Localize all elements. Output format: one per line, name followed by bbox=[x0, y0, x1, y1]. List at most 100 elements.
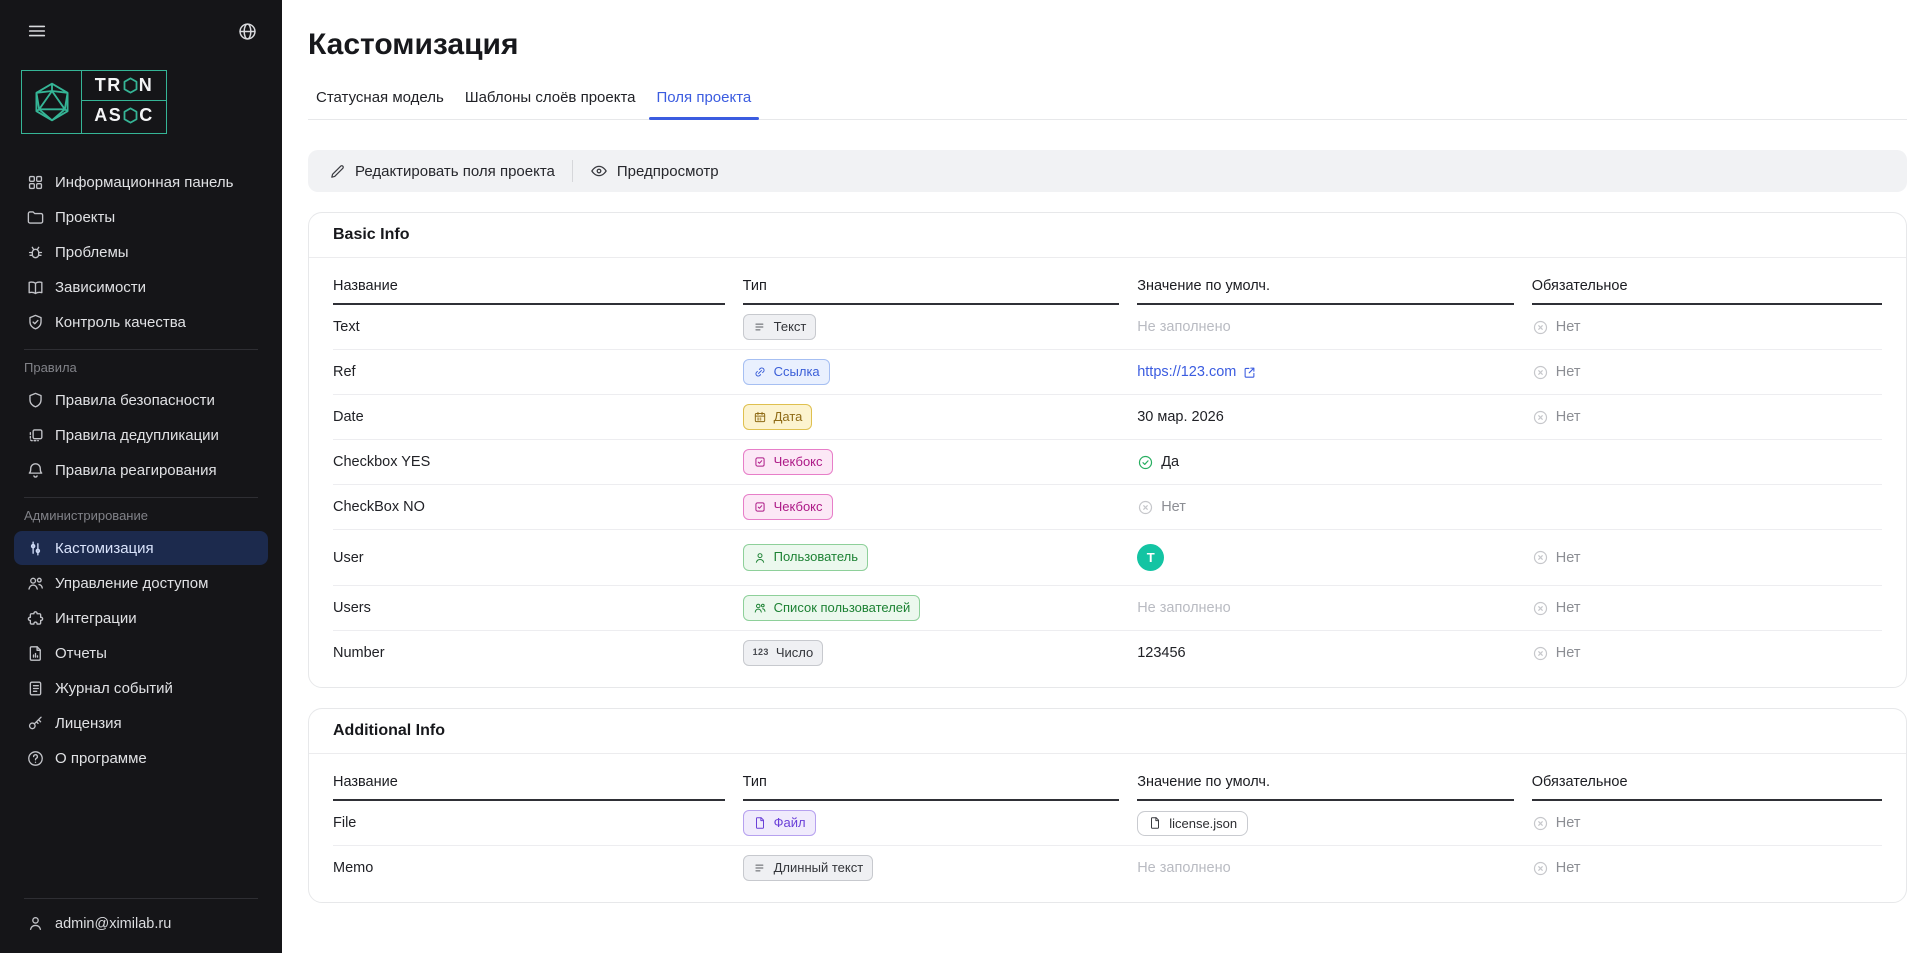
journal-icon bbox=[26, 679, 45, 698]
user-avatar[interactable]: T bbox=[1137, 544, 1164, 571]
sidebar-item-projects[interactable]: Проекты bbox=[14, 200, 268, 234]
sidebar-item-reports[interactable]: Отчеты bbox=[14, 636, 268, 670]
circle-x-icon bbox=[1532, 600, 1549, 617]
required-empty bbox=[1532, 485, 1882, 529]
default-link[interactable]: https://123.com bbox=[1137, 364, 1257, 380]
person-icon bbox=[26, 914, 45, 933]
required-value: Нет bbox=[1532, 645, 1581, 662]
tab-status-model[interactable]: Статусная модель bbox=[308, 89, 452, 119]
sidebar-section-administration: Администрирование bbox=[24, 508, 258, 523]
circle-x-icon bbox=[1532, 645, 1549, 662]
sidebar-item-access-management[interactable]: Управление доступом bbox=[14, 566, 268, 600]
field-name: Number bbox=[333, 631, 725, 675]
sidebar-item-label: Кастомизация bbox=[55, 540, 154, 557]
sidebar-item-label: Зависимости bbox=[55, 279, 146, 296]
file-icon bbox=[753, 816, 767, 830]
basic-info-card: Basic Info Название Тип Значение по умол… bbox=[308, 212, 1907, 688]
preview-button[interactable]: Предпросмотр bbox=[573, 150, 736, 192]
shield-icon bbox=[26, 391, 45, 410]
sidebar-divider bbox=[24, 349, 258, 350]
type-badge-memo: Длинный текст bbox=[743, 855, 874, 881]
sidebar-item-label: Проблемы bbox=[55, 244, 129, 261]
table-row: User Пользователь T Нет bbox=[333, 529, 1882, 585]
type-badge-users: Список пользователей bbox=[743, 595, 921, 621]
default-value: 123456 bbox=[1137, 645, 1185, 661]
required-value: Нет bbox=[1532, 600, 1581, 617]
circle-x-icon bbox=[1532, 815, 1549, 832]
required-value: Нет bbox=[1532, 549, 1581, 566]
file-icon bbox=[1148, 816, 1162, 830]
tab-project-fields[interactable]: Поля проекта bbox=[649, 89, 760, 119]
sidebar-item-label: Отчеты bbox=[55, 645, 107, 662]
book-open-icon bbox=[26, 278, 45, 297]
hamburger-menu-button[interactable] bbox=[22, 16, 52, 46]
type-badge-file: Файл bbox=[743, 810, 816, 836]
column-header-default: Значение по умолч. bbox=[1137, 758, 1514, 801]
table: Название Тип Значение по умолч. Обязател… bbox=[309, 754, 1906, 902]
required-value: Нет bbox=[1532, 815, 1581, 832]
file-chip[interactable]: license.json bbox=[1137, 811, 1248, 836]
copy-dashed-icon bbox=[26, 426, 45, 445]
pencil-icon bbox=[329, 163, 346, 180]
field-name: Memo bbox=[333, 846, 725, 890]
language-button[interactable] bbox=[233, 17, 262, 46]
eye-icon bbox=[590, 162, 608, 180]
sidebar-item-dedup-rules[interactable]: Правила дедупликации bbox=[14, 418, 268, 452]
sidebar-item-label: Управление доступом bbox=[55, 575, 208, 592]
table-row: Users Список пользователей Не заполнено … bbox=[333, 585, 1882, 630]
type-badge-checkbox: Чекбокс bbox=[743, 494, 833, 520]
table-header: Название Тип Значение по умолч. Обязател… bbox=[333, 758, 1882, 801]
column-header-type: Тип bbox=[743, 262, 1120, 305]
circle-x-icon bbox=[1532, 549, 1549, 566]
table-row: Date Дата 30 мар. 2026 Нет bbox=[333, 394, 1882, 439]
sidebar-item-label: Правила дедупликации bbox=[55, 427, 219, 444]
checkbox-icon bbox=[753, 455, 767, 469]
sidebar-item-label: О программе bbox=[55, 750, 147, 767]
sidebar-item-label: Проекты bbox=[55, 209, 115, 226]
help-circle-icon bbox=[26, 749, 45, 768]
tab-bar: Статусная модель Шаблоны слоёв проекта П… bbox=[308, 89, 1907, 120]
table-row: CheckBox NO Чекбокс Нет bbox=[333, 484, 1882, 529]
sidebar-item-integrations[interactable]: Интеграции bbox=[14, 601, 268, 635]
globe-icon bbox=[237, 21, 258, 42]
card-title: Additional Info bbox=[309, 709, 1906, 754]
field-name: Date bbox=[333, 395, 725, 439]
sidebar-item-response-rules[interactable]: Правила реагирования bbox=[14, 453, 268, 487]
sidebar-item-customization[interactable]: Кастомизация bbox=[14, 531, 268, 565]
account-section[interactable]: admin@ximilab.ru bbox=[24, 898, 258, 953]
type-badge-number: 123Число bbox=[743, 640, 824, 666]
tab-layer-templates[interactable]: Шаблоны слоёв проекта bbox=[457, 89, 644, 119]
sidebar-item-event-log[interactable]: Журнал событий bbox=[14, 671, 268, 705]
field-name: Checkbox YES bbox=[333, 440, 725, 484]
hexagon-o-icon bbox=[123, 77, 138, 94]
table-row: Checkbox YES Чекбокс Да bbox=[333, 439, 1882, 484]
checkbox-no-value: Нет bbox=[1137, 499, 1186, 516]
text-lines-icon bbox=[753, 861, 767, 875]
table-row: Number 123Число 123456 Нет bbox=[333, 630, 1882, 675]
puzzle-icon bbox=[26, 609, 45, 628]
table-row: Text Текст Не заполнено Нет bbox=[333, 305, 1882, 349]
table-row: File Файл license.json Нет bbox=[333, 801, 1882, 845]
logo-line-1: TR N bbox=[82, 71, 166, 100]
default-value: 30 мар. 2026 bbox=[1137, 409, 1224, 425]
sidebar-item-dependencies[interactable]: Зависимости bbox=[14, 270, 268, 304]
sidebar-item-quality-control[interactable]: Контроль качества bbox=[14, 305, 268, 339]
checkbox-icon bbox=[753, 500, 767, 514]
sidebar: TR N AS C Информационная панель Проекты bbox=[0, 0, 282, 953]
sidebar-item-security-rules[interactable]: Правила безопасности bbox=[14, 383, 268, 417]
sidebar-item-problems[interactable]: Проблемы bbox=[14, 235, 268, 269]
sidebar-item-license[interactable]: Лицензия bbox=[14, 706, 268, 740]
sidebar-item-label: Правила безопасности bbox=[55, 392, 215, 409]
table-row: Memo Длинный текст Не заполнено Нет bbox=[333, 845, 1882, 890]
required-value: Нет bbox=[1532, 319, 1581, 336]
app-logo[interactable]: TR N AS C bbox=[21, 70, 167, 134]
card-title: Basic Info bbox=[309, 213, 1906, 258]
required-value: Нет bbox=[1532, 409, 1581, 426]
sidebar-item-dashboard[interactable]: Информационная панель bbox=[14, 165, 268, 199]
sliders-icon bbox=[26, 539, 45, 558]
edit-project-fields-button[interactable]: Редактировать поля проекта bbox=[312, 150, 572, 192]
sidebar-item-label: Лицензия bbox=[55, 715, 122, 732]
app-root: TR N AS C Информационная панель Проекты bbox=[0, 0, 1920, 953]
sidebar-item-about[interactable]: О программе bbox=[14, 741, 268, 775]
column-header-required: Обязательное bbox=[1532, 262, 1882, 305]
